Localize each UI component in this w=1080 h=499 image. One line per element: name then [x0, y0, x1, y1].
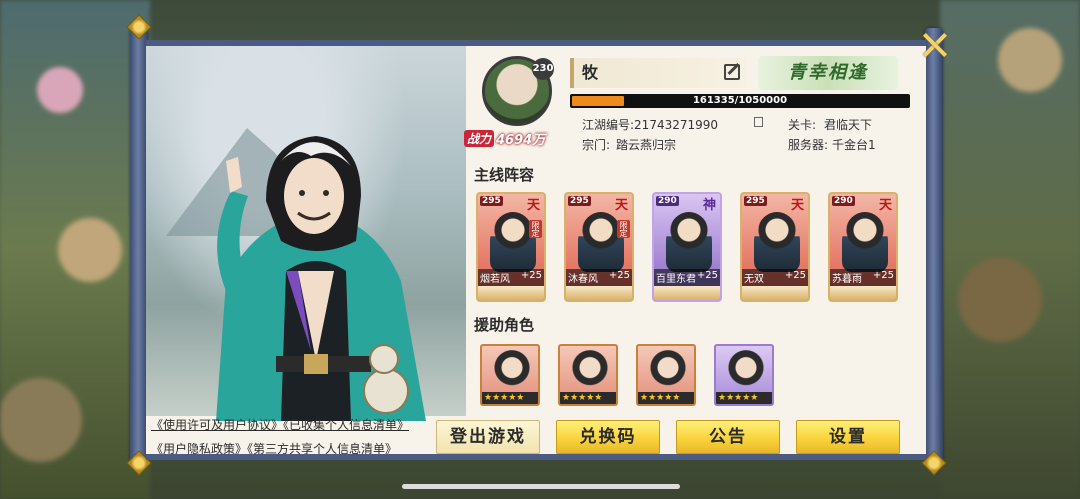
- stage-label: 关卡:: [788, 118, 817, 132]
- hero-rank: 天: [526, 198, 540, 213]
- support-stars: ★★★★★: [482, 392, 538, 404]
- support-stars: ★★★★★: [560, 392, 616, 404]
- logout-button[interactable]: 登出游戏: [436, 420, 540, 454]
- server-value: 千金台1: [832, 138, 876, 152]
- hero-rank: 天: [878, 198, 892, 213]
- hero-rank: 天: [790, 198, 804, 213]
- jianghu-id: 江湖编号:21743271990: [582, 116, 718, 133]
- support-title: 援助角色: [474, 316, 535, 334]
- support-card[interactable]: ★★★★★: [636, 344, 696, 406]
- exp-progress-text: 161335/1050000: [692, 95, 788, 106]
- hero-card[interactable]: 290 神百里东君 +25: [652, 192, 722, 302]
- combat-power: 战力 4694万: [464, 126, 564, 150]
- hero-name: 苏暮雨: [832, 274, 862, 285]
- player-level-badge: 230: [532, 58, 554, 80]
- hero-rank: 神: [702, 198, 716, 213]
- hero-card[interactable]: 290 天苏暮雨 +25: [828, 192, 898, 302]
- support-card[interactable]: ★★★★★: [480, 344, 540, 406]
- hero-card[interactable]: 295 天无双 +25: [740, 192, 810, 302]
- background-right: [940, 0, 1080, 499]
- close-icon[interactable]: [920, 30, 950, 60]
- power-tag: 战力: [464, 129, 495, 147]
- hero-nameplate: 沐春风 +25: [566, 269, 632, 286]
- hero-bonus: +25: [520, 270, 542, 281]
- hero-level: 295: [568, 196, 591, 206]
- notice-button[interactable]: 公告: [676, 420, 780, 454]
- server-info: 服务器: 千金台1: [788, 136, 876, 153]
- hero-bonus: +25: [872, 270, 894, 281]
- server-label: 服务器:: [788, 138, 829, 152]
- settings-button[interactable]: 设置: [796, 420, 900, 454]
- support-portrait: [648, 350, 688, 394]
- hero-level: 295: [480, 196, 503, 206]
- hero-portrait: [842, 212, 888, 272]
- stage-value: 君临天下: [824, 118, 873, 132]
- hero-name: 沐春风: [568, 274, 598, 285]
- hero-nameplate: 无双 +25: [742, 269, 808, 286]
- jianghu-id-label: 江湖编号:: [582, 118, 635, 132]
- jianghu-id-value: 21743271990: [634, 118, 719, 132]
- limited-badge: 限定: [617, 220, 630, 238]
- hero-nameplate: 烟若风 +25: [478, 269, 544, 286]
- card-ornament: [478, 286, 544, 300]
- sect-value: 踏云燕归宗: [616, 138, 677, 152]
- legal-links-line2[interactable]: 《用户隐私政策》《第三方共享个人信息清单》: [151, 440, 397, 454]
- hero-nameplate: 百里东君 +25: [654, 269, 720, 286]
- hero-bonus: +25: [608, 270, 630, 281]
- hero-name: 无双: [744, 274, 764, 285]
- support-portrait: [726, 350, 766, 394]
- card-ornament: [566, 286, 632, 300]
- sect-label: 宗门:: [582, 138, 611, 152]
- player-name: 牧: [570, 58, 746, 88]
- hero-bonus: +25: [696, 270, 718, 281]
- hero-card[interactable]: 295 天限定沐春风 +25: [564, 192, 634, 302]
- hero-bonus: +25: [784, 270, 806, 281]
- support-stars: ★★★★★: [638, 392, 694, 404]
- redeem-code-button[interactable]: 兑换码: [556, 420, 660, 454]
- support-card[interactable]: ★★★★★: [558, 344, 618, 406]
- hero-level: 295: [744, 196, 767, 206]
- main-lineup-title: 主线阵容: [474, 166, 535, 184]
- hero-card[interactable]: 295 天限定烟若风 +25: [476, 192, 546, 302]
- player-info-panel: 《使用许可及用户协议》《已收集个人信息清单》 《用户隐私政策》《第三方共享个人信…: [146, 40, 926, 460]
- card-ornament: [830, 286, 896, 300]
- card-ornament: [742, 286, 808, 300]
- edit-name-icon[interactable]: [724, 64, 740, 80]
- scroll-rod-right: [925, 28, 943, 464]
- home-indicator[interactable]: [402, 484, 680, 489]
- hero-rank: 天: [614, 198, 628, 213]
- hero-portrait: [666, 212, 712, 272]
- legal-links-line1[interactable]: 《使用许可及用户协议》《已收集个人信息清单》: [151, 416, 409, 433]
- hero-portrait: [216, 136, 426, 421]
- power-value: 4694万: [496, 132, 546, 148]
- support-portrait: [492, 350, 532, 394]
- support-card[interactable]: ★★★★★: [714, 344, 774, 406]
- support-stars: ★★★★★: [716, 392, 772, 404]
- hero-level: 290: [656, 196, 679, 206]
- background-left: [0, 0, 150, 499]
- sect-info: 宗门: 踏云燕归宗: [582, 136, 676, 153]
- support-portrait: [570, 350, 610, 394]
- hero-name: 烟若风: [480, 274, 510, 285]
- hero-name: 百里东君: [656, 274, 696, 285]
- copy-icon[interactable]: [754, 117, 763, 127]
- hero-level: 290: [832, 196, 855, 206]
- stage-info: 关卡: 君临天下: [788, 116, 872, 133]
- card-ornament: [654, 286, 720, 300]
- hero-portrait: [754, 212, 800, 272]
- exp-progress-bar: 161335/1050000: [570, 94, 910, 108]
- motto-banner: 青幸相逢: [758, 56, 898, 90]
- hero-nameplate: 苏暮雨 +25: [830, 269, 896, 286]
- limited-badge: 限定: [529, 220, 542, 238]
